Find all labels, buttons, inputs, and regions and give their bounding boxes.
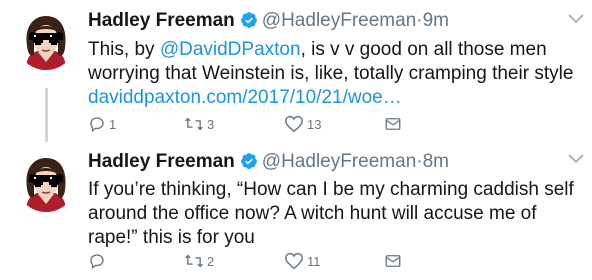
retweet-count: 2 xyxy=(207,253,215,269)
verified-badge-icon xyxy=(240,152,258,177)
reply-icon xyxy=(88,115,106,133)
author-name[interactable]: Hadley Freeman xyxy=(88,151,235,172)
tweet-actions: 2 11 xyxy=(88,252,418,272)
retweet-icon xyxy=(184,115,204,133)
chevron-down-icon[interactable] xyxy=(566,152,586,166)
direct-message-icon xyxy=(384,252,402,270)
tweet-text: This, by @DavidDPaxton, is v v good on a… xyxy=(88,38,580,110)
verified-badge-icon xyxy=(240,11,258,36)
author-handle[interactable]: @HadleyFreeman xyxy=(262,10,416,31)
timestamp[interactable]: 9m xyxy=(423,10,449,31)
tweet-text: If you’re thinking, “How can I be my cha… xyxy=(88,179,574,248)
reply-count: 1 xyxy=(109,116,117,132)
author-name[interactable]: Hadley Freeman xyxy=(88,10,235,31)
tweet[interactable]: Hadley Freeman @HadleyFreeman·9m This, by… xyxy=(0,0,592,140)
timestamp[interactable]: 8m xyxy=(423,151,449,172)
author-handle[interactable]: @HadleyFreeman xyxy=(262,151,416,172)
tweet-actions: 1 3 13 xyxy=(88,115,418,135)
like-icon xyxy=(284,115,304,133)
like-icon xyxy=(284,252,304,270)
retweet-button[interactable]: 3 xyxy=(184,115,214,133)
url-link[interactable]: daviddpaxton.com/2017/10/21/woe… xyxy=(88,87,402,108)
tweet-header: Hadley Freeman @HadleyFreeman·9m xyxy=(88,9,449,36)
avatar[interactable] xyxy=(16,152,76,212)
reply-button[interactable]: 1 xyxy=(88,115,116,133)
retweet-count: 3 xyxy=(207,116,215,132)
tweet-text-part: This, by xyxy=(88,39,160,60)
retweet-icon xyxy=(184,252,204,270)
mention-link[interactable]: @DavidDPaxton xyxy=(160,39,301,60)
chevron-down-icon[interactable] xyxy=(566,12,586,26)
direct-message-icon xyxy=(384,115,402,133)
direct-message-button[interactable] xyxy=(384,115,402,133)
direct-message-button[interactable] xyxy=(384,252,402,270)
like-count: 11 xyxy=(307,253,321,269)
like-button[interactable]: 13 xyxy=(284,115,321,133)
tweet[interactable]: Hadley Freeman @HadleyFreeman·8m If you’r… xyxy=(0,140,592,280)
like-count: 13 xyxy=(307,116,322,132)
tweet-header: Hadley Freeman @HadleyFreeman·8m xyxy=(88,150,449,177)
reply-button[interactable] xyxy=(88,252,109,270)
avatar[interactable] xyxy=(16,10,76,70)
retweet-button[interactable]: 2 xyxy=(184,252,214,270)
reply-icon xyxy=(88,252,106,270)
like-button[interactable]: 11 xyxy=(284,252,321,270)
